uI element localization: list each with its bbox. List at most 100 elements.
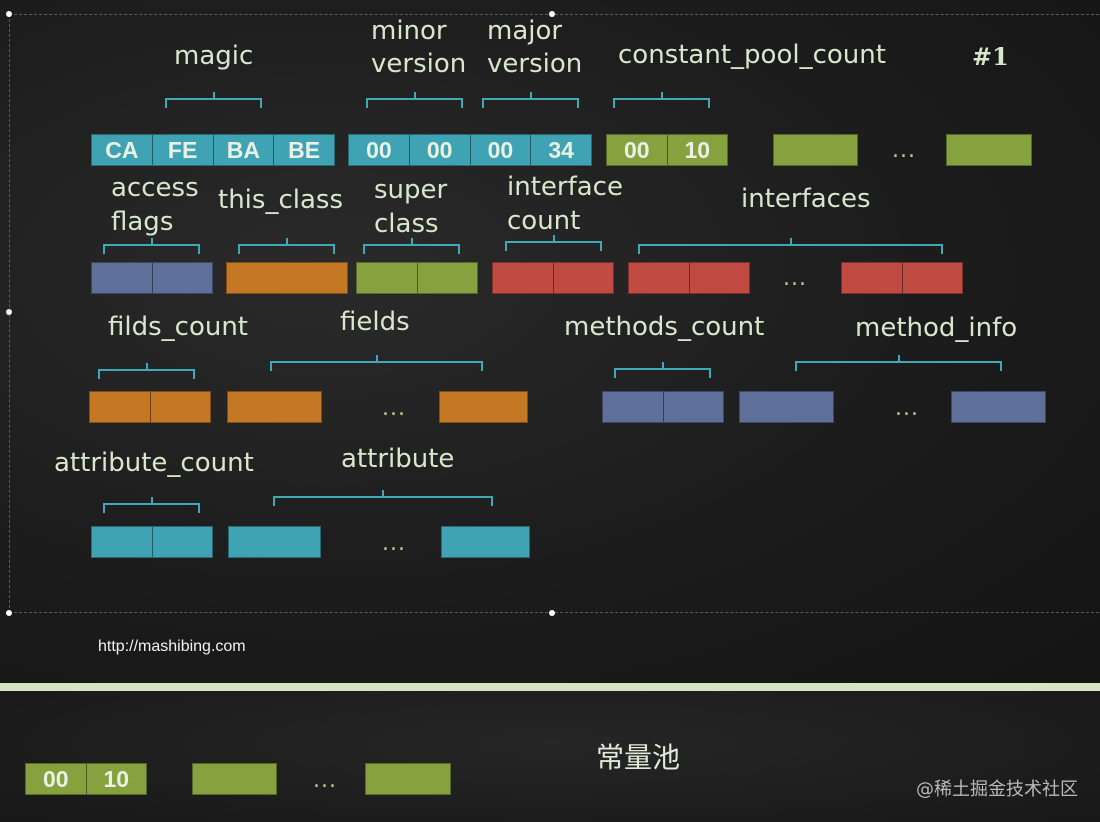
resize-handle[interactable] (6, 11, 12, 17)
byte-cell (842, 263, 902, 293)
byte-cell (688, 263, 750, 293)
byte-cell (662, 392, 724, 422)
byte-cell (493, 263, 553, 293)
ellipsis: ... (382, 531, 406, 556)
byte-cell (416, 263, 478, 293)
brace-super-class (363, 244, 460, 254)
label-magic: magic (174, 41, 254, 71)
footer-url[interactable]: http://mashibing.com (98, 638, 246, 656)
constant-pool-slide (0, 691, 1100, 822)
brace-interfaces (638, 244, 943, 254)
byte-cell (151, 527, 213, 557)
version-bytes: 00 00 00 34 (348, 134, 592, 166)
method-entry-block (739, 391, 834, 423)
brace-interface-count (505, 241, 602, 251)
label-attribute-count: attribute_count (54, 448, 254, 478)
brace-attribute (273, 496, 493, 506)
attribute-count-bytes (91, 526, 213, 558)
field-entry-block (439, 391, 528, 423)
label-interface-count-line1: interface (507, 172, 623, 202)
label-attribute: attribute (341, 444, 455, 474)
brace-major-version (482, 98, 579, 108)
brace-access-flags (103, 244, 200, 254)
constant-pool-count-bytes: 00 10 (25, 763, 147, 795)
label-methods-count: methods_count (564, 312, 765, 342)
label-access-flags-line1: access (111, 173, 199, 203)
byte-cell (92, 527, 152, 557)
byte-cell (552, 263, 614, 293)
magic-bytes: CA FE BA BE (91, 134, 335, 166)
label-super-class-line2: class (374, 209, 439, 239)
byte-cell (629, 263, 689, 293)
label-constant-pool-count: constant_pool_count (618, 40, 886, 70)
field-entry-block (227, 391, 322, 423)
label-minor-version-line2: version (371, 49, 467, 79)
brace-minor-version (366, 98, 463, 108)
byte-cell: 00 (408, 135, 470, 165)
label-this-class: this_class (218, 185, 343, 215)
byte-cell (90, 392, 150, 422)
ellipsis: ... (895, 396, 919, 421)
byte-cell (149, 392, 211, 422)
resize-handle[interactable] (6, 610, 12, 616)
byte-cell: 00 (469, 135, 531, 165)
byte-cell: 00 (366, 136, 392, 163)
ellipsis: ... (892, 138, 916, 163)
slide-number: #1 (972, 42, 1009, 71)
label-minor-version-line1: minor (371, 16, 447, 46)
constant-pool-entry-block (946, 134, 1032, 166)
label-interfaces: interfaces (741, 184, 871, 214)
label-interface-count-line2: count (507, 206, 581, 236)
ellipsis: ... (382, 396, 406, 421)
label-filds-count: filds_count (108, 312, 249, 342)
byte-cell: BA (212, 135, 274, 165)
byte-cell (357, 263, 417, 293)
section-divider (0, 683, 1100, 691)
label-fields: fields (340, 307, 410, 337)
ellipsis: ... (783, 266, 807, 291)
attribute-entry-block (228, 526, 321, 558)
brace-attribute-count (103, 503, 200, 513)
label-major-version-line2: version (487, 49, 583, 79)
label-super-class-line1: super (374, 175, 448, 205)
constant-pool-title: 常量池 (596, 741, 681, 774)
brace-filds-count (98, 369, 195, 379)
brace-fields (270, 361, 483, 371)
this-class-bytes (226, 262, 348, 294)
ellipsis: ... (313, 768, 337, 793)
byte-cell (92, 263, 152, 293)
brace-constant-pool-count (613, 98, 710, 108)
byte-cell: 00 (42, 765, 69, 792)
constant-pool-entry-block (773, 134, 858, 166)
method-entry-block (951, 391, 1046, 423)
byte-cell (151, 263, 213, 293)
watermark: @稀土掘金技术社区 (916, 779, 1078, 800)
filds-count-bytes (89, 391, 211, 423)
interface-entry-block (628, 262, 750, 294)
resize-handle[interactable] (549, 610, 555, 616)
constant-pool-entry-block (192, 763, 277, 795)
constant-pool-entry-block (365, 763, 451, 795)
label-method-info: method_info (855, 313, 1018, 343)
brace-magic (165, 98, 262, 108)
byte-cell: BE (273, 135, 334, 165)
brace-methods-count (614, 368, 711, 378)
methods-count-bytes (602, 391, 724, 423)
byte-cell: 00 (623, 136, 650, 163)
label-access-flags-line2: flags (111, 207, 174, 237)
byte-cell: CA (105, 136, 139, 163)
byte-cell: FE (151, 135, 213, 165)
byte-cell (603, 392, 663, 422)
access-flags-bytes (91, 262, 213, 294)
byte-cell: 34 (530, 135, 591, 165)
byte-cell (901, 263, 963, 293)
attribute-entry-block (441, 526, 530, 558)
label-major-version-line1: major (487, 16, 563, 46)
class-file-structure-slide: magic minor version major version consta… (0, 0, 1100, 683)
resize-handle[interactable] (6, 309, 12, 315)
super-class-bytes (356, 262, 478, 294)
interface-entry-block (841, 262, 963, 294)
byte-cell: 10 (85, 764, 147, 794)
brace-method-info (795, 361, 1002, 371)
constant-pool-count-bytes: 00 10 (606, 134, 728, 166)
